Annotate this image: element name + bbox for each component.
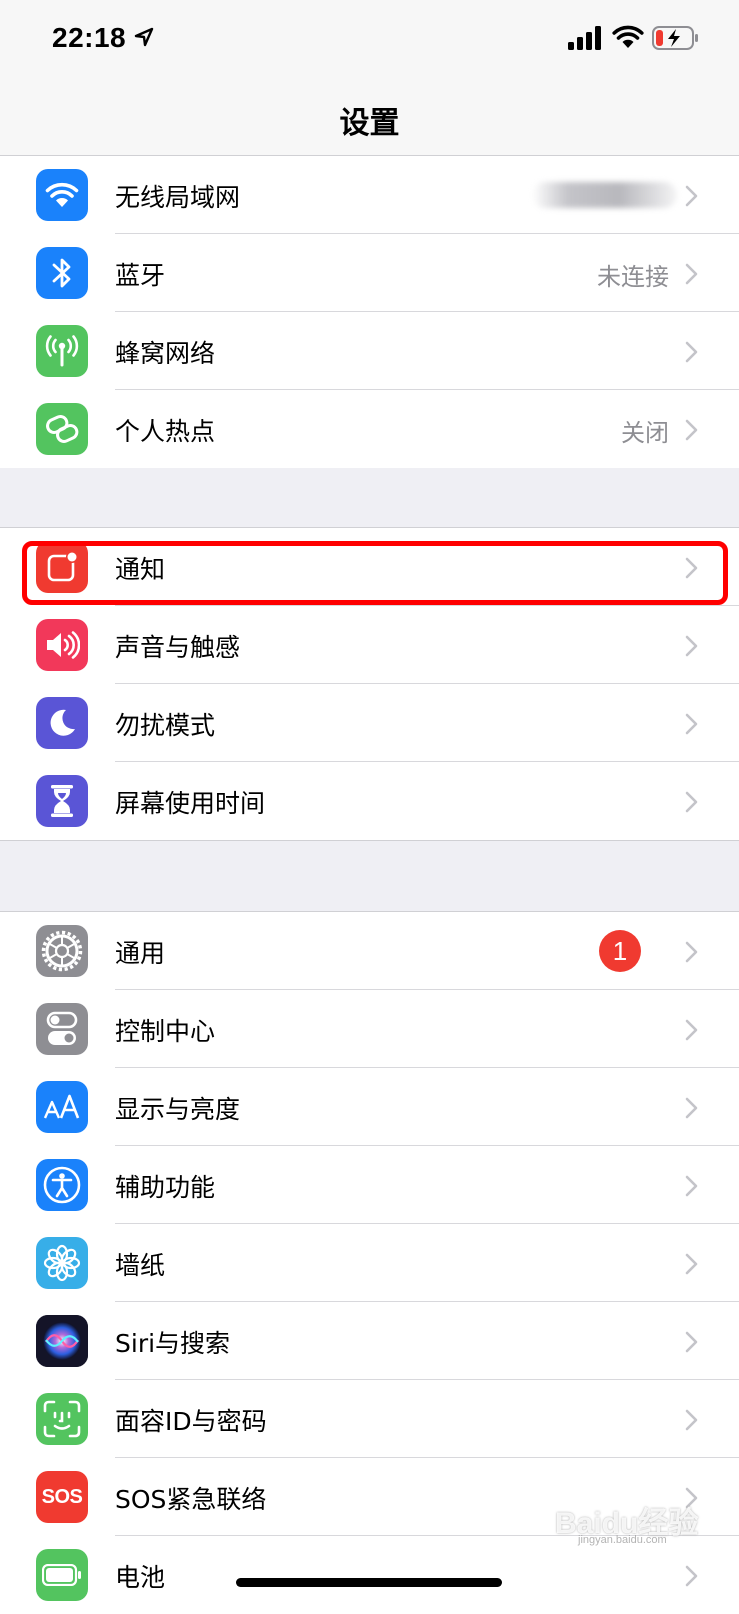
settings-row-wifi[interactable]: 无线局域网 (0, 156, 739, 234)
wifi-status-icon (612, 25, 644, 48)
status-time: 22:18 (52, 22, 127, 53)
chevron-right-icon (685, 791, 698, 813)
settings-row-battery[interactable]: 电池 (0, 1536, 739, 1614)
settings-row-label: 辅助功能 (115, 1173, 216, 1202)
watermark-url: jingyan.baidu.com (578, 1534, 667, 1546)
settings-row-label: 蜂窝网络 (115, 339, 216, 368)
chevron-right-icon (685, 1253, 698, 1275)
accessibility-icon (36, 1159, 88, 1211)
settings-row-label: 声音与触感 (115, 633, 241, 662)
settings-row-accessibility[interactable]: 辅助功能 (0, 1146, 739, 1224)
flower-icon (36, 1237, 88, 1289)
update-badge: 1 (599, 930, 641, 972)
settings-row-label: 墙纸 (115, 1251, 166, 1280)
settings-row-face-id[interactable]: 面容ID与密码 (0, 1380, 739, 1458)
settings-group-connectivity: 无线局域网 蓝牙 未连接 蜂窝网络 个人热点 关闭 (0, 156, 739, 468)
settings-group-notifications: 通知 声音与触感 勿扰模式 屏幕使用时间 (0, 527, 739, 841)
speaker-icon (36, 619, 88, 671)
settings-row-label: 控制中心 (115, 1017, 216, 1046)
chevron-right-icon (685, 713, 698, 735)
settings-row-label: 面容ID与密码 (115, 1407, 267, 1436)
battery-status-icon (652, 26, 698, 50)
settings-row-wallpaper[interactable]: 墙纸 (0, 1224, 739, 1302)
settings-row-general[interactable]: 通用 1 (0, 912, 739, 990)
settings-row-label: 电池 (115, 1563, 166, 1592)
sos-icon: SOS (36, 1471, 88, 1523)
settings-row-label: 通知 (115, 555, 166, 584)
navigation-bar: 设置 (0, 80, 739, 156)
chevron-right-icon (685, 1019, 698, 1041)
status-bar: 22:18 (0, 0, 739, 80)
settings-row-label: 蓝牙 (115, 261, 166, 290)
wifi-network-name-redacted (532, 182, 677, 208)
chevron-right-icon (685, 941, 698, 963)
text-size-icon (36, 1081, 88, 1133)
settings-row-label: Siri与搜索 (115, 1329, 231, 1358)
settings-row-do-not-disturb[interactable]: 勿扰模式 (0, 684, 739, 762)
chevron-right-icon (685, 185, 698, 207)
settings-row-label: 屏幕使用时间 (115, 789, 266, 818)
settings-row-control-center[interactable]: 控制中心 (0, 990, 739, 1068)
settings-row-cellular[interactable]: 蜂窝网络 (0, 312, 739, 390)
location-arrow-icon (134, 27, 154, 47)
wifi-icon (36, 169, 88, 221)
settings-row-label: 个人热点 (115, 417, 216, 446)
chevron-right-icon (685, 1175, 698, 1197)
bluetooth-icon (36, 247, 88, 299)
settings-row-sounds[interactable]: 声音与触感 (0, 606, 739, 684)
chevron-right-icon (685, 341, 698, 363)
hotspot-link-icon (36, 403, 88, 455)
cellular-signal-icon (568, 26, 601, 50)
chevron-right-icon (685, 1331, 698, 1353)
settings-row-hotspot[interactable]: 个人热点 关闭 (0, 390, 739, 468)
hourglass-icon (36, 775, 88, 827)
chevron-right-icon (685, 419, 698, 441)
settings-row-display[interactable]: 显示与亮度 (0, 1068, 739, 1146)
chevron-right-icon (685, 1565, 698, 1587)
chevron-right-icon (685, 1409, 698, 1431)
settings-row-label: 勿扰模式 (115, 711, 216, 740)
settings-row-label: SOS紧急联络 (115, 1485, 267, 1514)
settings-row-notifications[interactable]: 通知 (0, 528, 739, 606)
settings-row-label: 显示与亮度 (115, 1095, 241, 1124)
settings-row-bluetooth[interactable]: 蓝牙 未连接 (0, 234, 739, 312)
toggles-icon (36, 1003, 88, 1055)
settings-row-value: 未连接 (597, 263, 669, 291)
chevron-right-icon (685, 557, 698, 579)
chevron-right-icon (685, 635, 698, 657)
battery-setting-icon (36, 1549, 88, 1601)
chevron-right-icon (685, 263, 698, 285)
sos-icon-text: SOS (41, 1485, 83, 1508)
siri-icon (36, 1315, 88, 1367)
settings-row-screen-time[interactable]: 屏幕使用时间 (0, 762, 739, 840)
settings-row-label: 通用 (115, 939, 166, 968)
moon-icon (36, 697, 88, 749)
settings-row-label: 无线局域网 (115, 183, 241, 212)
home-indicator[interactable] (236, 1578, 502, 1587)
notifications-icon (36, 541, 88, 593)
settings-row-value: 关闭 (621, 419, 669, 447)
face-id-icon (36, 1393, 88, 1445)
settings-row-siri[interactable]: Siri与搜索 (0, 1302, 739, 1380)
cellular-antenna-icon (36, 325, 88, 377)
chevron-right-icon (685, 1097, 698, 1119)
gear-icon (36, 925, 88, 977)
page-title: 设置 (339, 106, 400, 141)
